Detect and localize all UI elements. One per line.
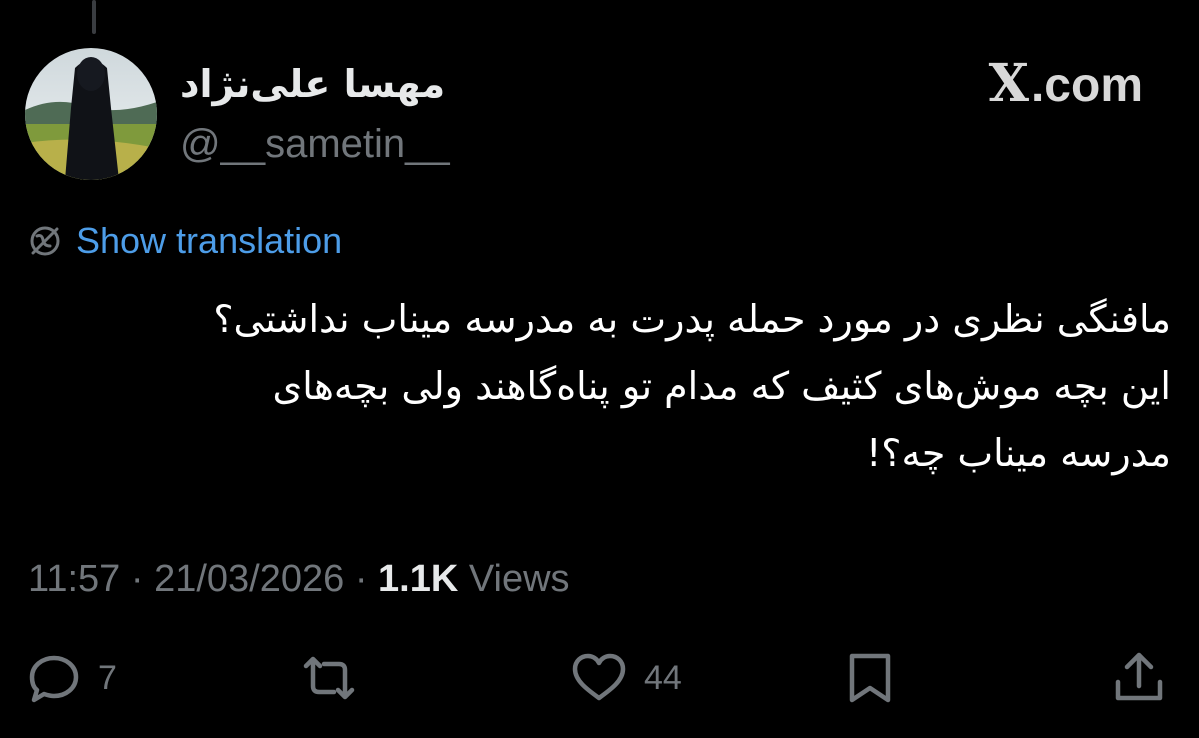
reply-button[interactable]: 7 [26,650,117,706]
show-translation-link[interactable]: Show translation [28,220,342,262]
bookmark-button[interactable] [846,650,894,706]
thread-connector-line [92,0,96,34]
like-button[interactable]: 44 [570,650,682,706]
share-button[interactable] [1112,650,1166,706]
user-handle[interactable]: @__sametin__ [180,122,450,167]
avatar[interactable] [25,48,157,180]
show-translation-label: Show translation [76,220,343,261]
post-card: مهسا علی‌نژاد @__sametin__ X .com Show t… [0,0,1199,738]
globe-icon [30,226,60,256]
brand-logo: X .com [989,58,1143,110]
post-text: مافنگی نظری در مورد حمله پدرت به مدرسه م… [213,297,1171,475]
heart-icon [572,653,626,701]
post-time[interactable]: 11:57 [28,558,120,600]
share-icon [1115,652,1163,701]
action-bar: 7 44 [0,650,1199,706]
bookmark-icon [849,653,891,703]
retweet-button[interactable] [300,650,358,706]
views-label: Views [468,558,570,600]
post-metadata: 11:57 · 21/03/2026 · 1.1K Views [28,558,570,601]
views-count: 1.1K [378,558,459,600]
reply-icon [29,655,79,703]
display-name[interactable]: مهسا علی‌نژاد [180,62,445,106]
retweet-icon [303,656,355,700]
brand-domain: .com [1030,59,1143,112]
meta-separator: · [354,558,379,600]
avatar-image [25,48,157,180]
post-date[interactable]: 21/03/2026 [154,558,344,600]
x-logo-icon: X [988,53,1029,114]
reply-count: 7 [98,658,117,697]
meta-separator: · [130,558,155,600]
like-count: 44 [644,658,682,697]
